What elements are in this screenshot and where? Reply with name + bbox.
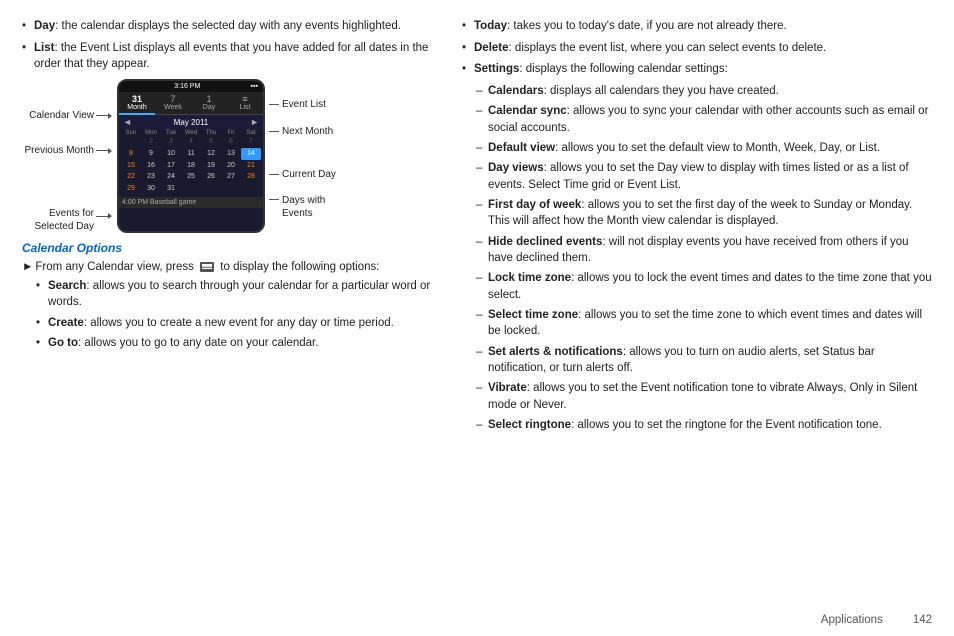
first-day-week-item: First day of week: allows you to set the… (472, 197, 932, 230)
tab-month: 31 Month (119, 92, 155, 115)
status-time: 3:16 PM (174, 83, 200, 90)
tab-day: 1 Day (191, 92, 227, 115)
select-ringtone-item: Select ringtone: allows you to set the r… (472, 417, 932, 433)
calendar-header: ◄ May 2011 ► (119, 115, 263, 129)
next-arrow: ► (250, 117, 259, 127)
footer-section: Applications (821, 614, 883, 626)
calendars-item: Calendars: displays all calendars they y… (472, 83, 932, 99)
search-bullet: Search: allows you to search through you… (36, 278, 442, 311)
event-list-label: Event List (269, 99, 345, 110)
day-views-item: Day views: allows you to set the Day vie… (472, 160, 932, 193)
triangle-bullet: ► (22, 261, 33, 273)
hide-declined-item: Hide declined events: will not display e… (472, 234, 932, 267)
left-column: Day: the calendar displays the selected … (22, 18, 442, 622)
prev-arrow: ◄ (123, 117, 132, 127)
goto-bullet: Go to: allows you to go to any date on y… (36, 335, 442, 351)
delete-bullet: Delete: displays the event list, where y… (462, 40, 932, 57)
week-2: 8 9 10 11 12 13 14 (121, 148, 261, 160)
week-3: 15 16 17 18 19 20 21 (121, 160, 261, 172)
menu-button-icon (200, 262, 214, 272)
calendar-grid: Sun Mon Tue Wed Thu Fri Sat 2 3 4 (119, 129, 263, 196)
sub-bullets-list: Search: allows you to search through you… (22, 278, 442, 351)
month-year: May 2011 (174, 118, 209, 127)
set-alerts-item: Set alerts & notifications: allows you t… (472, 344, 932, 377)
right-diagram-labels: Event List Next Month Current Day Days w… (265, 79, 345, 233)
list-label: List (34, 42, 54, 54)
option-intro: ► From any Calendar view, press to displ… (22, 261, 442, 273)
today-bullet: Today: takes you to today's date, if you… (462, 18, 932, 35)
event-bar: 4:00 PM Baseball game (119, 197, 263, 208)
list-bullet: List: the Event List displays all events… (22, 40, 442, 73)
calendar-tabs: 31 Month 7 Week 1 Day ≡ List (119, 92, 263, 115)
events-selected-day-label: Events forSelected Day (22, 207, 113, 233)
calendar-sync-item: Calendar sync: allows you to sync your c… (472, 103, 932, 136)
next-month-label: Next Month (269, 126, 345, 137)
week-5: 29 30 31 (121, 183, 261, 195)
day-label: Day (34, 20, 55, 32)
week-1: 2 3 4 5 6 7 (121, 136, 261, 148)
settings-dash-items: Calendars: displays all calendars they y… (462, 83, 932, 433)
tab-week: 7 Week (155, 92, 191, 115)
calendar-view-label: Calendar View (22, 109, 113, 122)
current-day-label: Current Day (269, 169, 345, 180)
day-text: : the calendar displays the selected day… (55, 20, 401, 32)
select-timezone-item: Select time zone: allows you to set the … (472, 307, 932, 340)
days-with-events-label: Days withEvents (269, 194, 345, 220)
list-text: : the Event List displays all events tha… (34, 42, 428, 71)
settings-bullet: Settings: displays the following calenda… (462, 61, 932, 78)
create-bullet: Create: allows you to create a new event… (36, 315, 442, 331)
vibrate-item: Vibrate: allows you to set the Event not… (472, 380, 932, 413)
week-4: 22 23 24 25 26 27 28 (121, 171, 261, 183)
default-view-item: Default view: allows you to set the defa… (472, 140, 932, 156)
status-bar: 3:16 PM ▪▪▪ (119, 81, 263, 92)
footer-page: 142 (913, 614, 932, 626)
calendar-options-title: Calendar Options (22, 241, 442, 255)
left-diagram-labels: Calendar View Previous Month Events forS… (22, 79, 117, 233)
day-bullet: Day: the calendar displays the selected … (22, 18, 442, 35)
previous-month-label: Previous Month (22, 144, 113, 157)
calendar-diagram: Calendar View Previous Month Events forS… (22, 79, 442, 233)
tab-list: ≡ List (227, 92, 263, 115)
right-column: Today: takes you to today's date, if you… (462, 18, 932, 622)
right-bullets: Today: takes you to today's date, if you… (462, 18, 932, 78)
lock-timezone-item: Lock time zone: allows you to lock the e… (472, 270, 932, 303)
phone-mockup: 3:16 PM ▪▪▪ 31 Month 7 Week 1 Day (117, 79, 265, 233)
footer: Applications 142 (821, 614, 932, 626)
